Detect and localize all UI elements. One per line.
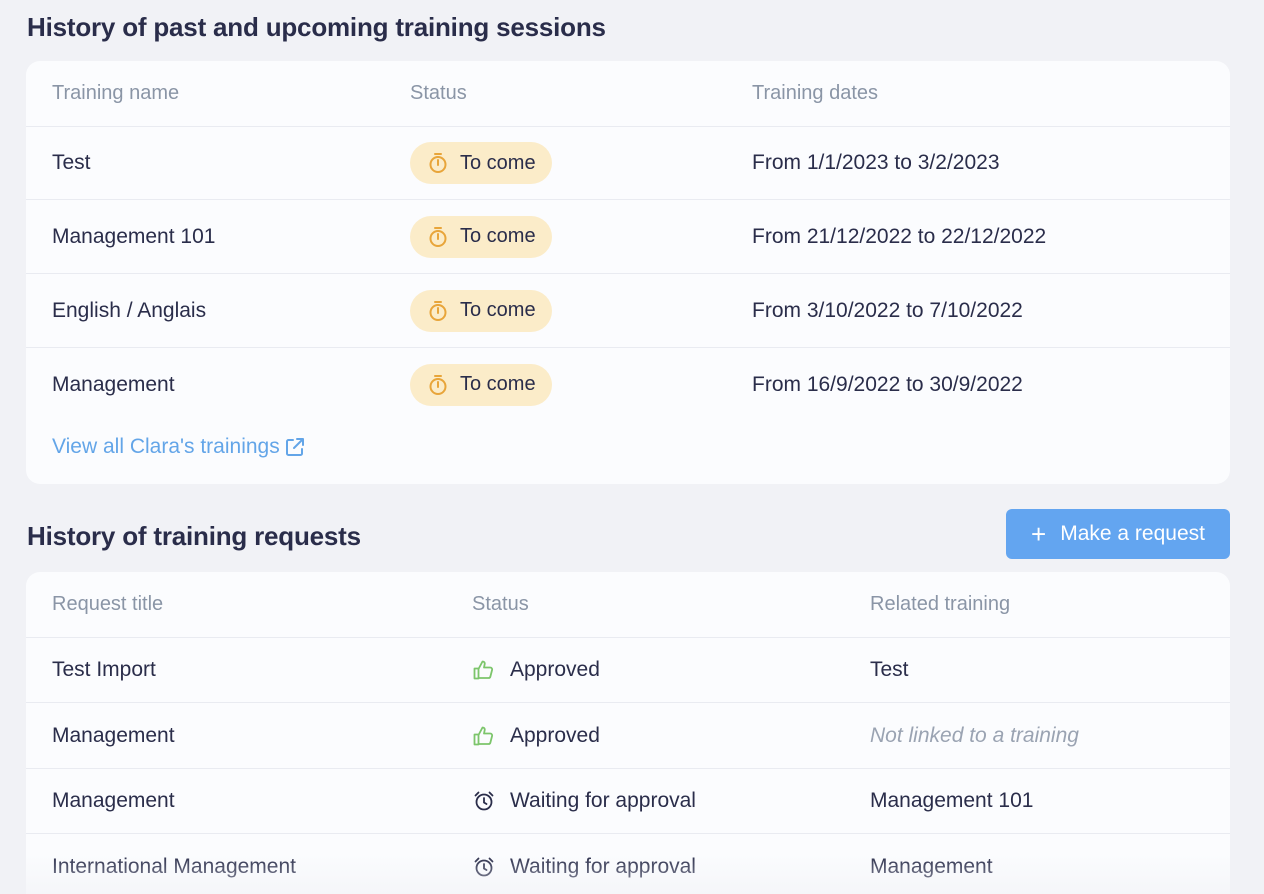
status-label: To come: [460, 151, 536, 174]
training-name: Test: [52, 151, 91, 174]
table-row[interactable]: Management 101 To come From 21/12/2022 t…: [26, 200, 1230, 274]
request-status: Waiting for approval: [472, 789, 696, 813]
table-row[interactable]: Management Waiting for approval Manageme…: [26, 769, 1230, 834]
requests-card: Request title Status Related training Te…: [26, 572, 1230, 894]
stopwatch-icon: [429, 300, 447, 321]
column-header-status: Status: [472, 593, 529, 615]
training-dates: From 21/12/2022 to 22/12/2022: [752, 224, 1047, 248]
alarm-clock-icon: [474, 857, 494, 876]
status-label: To come: [460, 299, 536, 321]
table-row[interactable]: International Management Waiting for app…: [26, 834, 1230, 894]
thumbs-up-icon: [473, 660, 494, 680]
plus-icon: +: [1031, 519, 1047, 549]
sessions-header-row: Training name Status Training dates: [26, 61, 1230, 127]
stopwatch-icon: [429, 153, 447, 173]
related-training: Management: [870, 854, 993, 878]
training-name: English / Anglais: [52, 298, 207, 322]
status-label: Approved: [510, 658, 600, 681]
status-badge: To come: [410, 215, 552, 258]
request-status: Waiting for approval: [472, 855, 696, 879]
request-title: International Management: [52, 854, 296, 878]
stopwatch-icon: [429, 374, 447, 395]
column-header-status: Status: [410, 82, 467, 104]
training-name: Management: [52, 372, 175, 396]
view-all-trainings-label: View all Clara's trainings: [52, 435, 280, 458]
request-title: Test Import: [52, 658, 156, 681]
status-badge: To come: [410, 289, 552, 332]
status-label: To come: [460, 373, 536, 395]
table-row[interactable]: Management Approved Not linked to a trai…: [26, 703, 1230, 769]
table-row[interactable]: Management To come From 16/9/2022 to 30/…: [26, 348, 1230, 421]
status-label: To come: [460, 225, 536, 247]
sessions-title: History of past and upcoming training se…: [27, 12, 606, 42]
status-badge: To come: [410, 142, 552, 184]
training-dates: From 16/9/2022 to 30/9/2022: [752, 372, 1023, 396]
status-label: Waiting for approval: [510, 854, 696, 878]
requests-title: History of training requests: [27, 521, 361, 551]
column-header-request-title: Request title: [52, 593, 164, 615]
table-row[interactable]: Test To come From 1/1/2023 to 3/2/2023: [26, 127, 1230, 200]
related-training: Management 101: [870, 789, 1034, 812]
status-badge: To come: [410, 363, 552, 406]
thumbs-up-icon: [473, 726, 494, 745]
table-row[interactable]: Test Import Approved Test: [26, 638, 1230, 703]
training-dates: From 3/10/2022 to 7/10/2022: [752, 298, 1023, 322]
training-name: Management 101: [52, 224, 216, 248]
request-title: Management: [52, 723, 175, 747]
status-label: Approved: [510, 723, 600, 747]
table-row[interactable]: English / Anglais To come From 3/10/2022…: [26, 274, 1230, 348]
requests-header-row: Request title Status Related training: [26, 572, 1230, 638]
request-status: Approved: [472, 658, 600, 682]
view-all-trainings-link[interactable]: View all Clara's trainings: [52, 435, 306, 459]
stopwatch-icon: [429, 226, 447, 247]
related-training: Test: [870, 658, 909, 681]
sessions-card: Training name Status Training dates Test…: [26, 61, 1230, 484]
column-header-related-training: Related training: [870, 593, 1011, 615]
status-label: Waiting for approval: [510, 789, 696, 812]
make-request-button[interactable]: + Make a request: [1006, 509, 1230, 559]
column-header-training-name: Training name: [52, 82, 180, 104]
column-header-training-dates: Training dates: [752, 82, 878, 104]
training-dates: From 1/1/2023 to 3/2/2023: [752, 151, 1000, 174]
make-request-label: Make a request: [1060, 522, 1205, 545]
request-title: Management: [52, 789, 175, 812]
alarm-clock-icon: [474, 791, 494, 811]
request-status: Approved: [472, 724, 600, 748]
related-training-empty: Not linked to a training: [870, 723, 1079, 747]
external-link-icon: [285, 438, 304, 456]
